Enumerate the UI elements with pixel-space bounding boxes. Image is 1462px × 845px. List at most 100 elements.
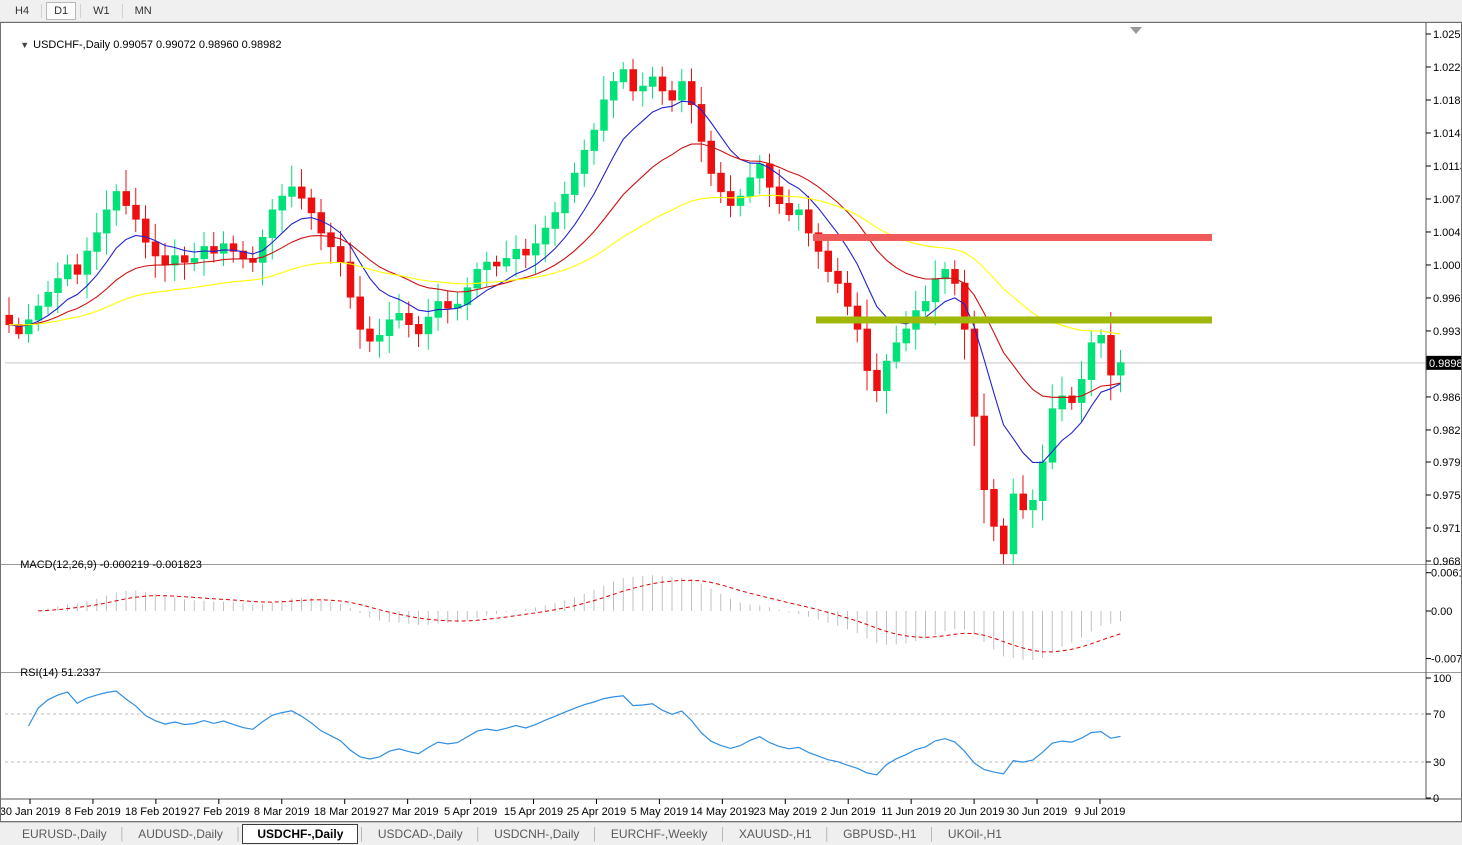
pane-divider bbox=[1, 673, 1461, 674]
tab-usdcnh-daily[interactable]: USDCNH-,Daily bbox=[482, 825, 591, 843]
date-axis-label: 30 Jun 2019 bbox=[1007, 806, 1068, 818]
toolbar-separator bbox=[80, 3, 82, 18]
candle-body bbox=[424, 316, 433, 335]
candle-body bbox=[1078, 379, 1086, 403]
candle-body bbox=[1009, 493, 1018, 555]
candle-body bbox=[649, 76, 657, 87]
candle-body bbox=[25, 319, 33, 335]
candle-body bbox=[1039, 461, 1047, 502]
price-axis-label: 0.97900 bbox=[1433, 457, 1462, 469]
price-axis-label: 1.00770 bbox=[1433, 194, 1462, 206]
rsi-value: 51.2337 bbox=[61, 667, 101, 679]
candle-body bbox=[171, 255, 179, 266]
tab-gbpusd-h1[interactable]: GBPUSD-,H1 bbox=[831, 825, 928, 843]
timeframe-button-w1[interactable]: W1 bbox=[85, 2, 118, 20]
candle-body bbox=[337, 246, 345, 263]
candle-body bbox=[415, 324, 423, 335]
candle-body bbox=[278, 195, 286, 211]
candle-body bbox=[220, 243, 228, 254]
candle-body bbox=[785, 203, 793, 216]
candle-body bbox=[746, 177, 754, 197]
candle-body bbox=[678, 81, 686, 101]
candle-body bbox=[931, 278, 940, 303]
date-axis-label: 9 Jul 2019 bbox=[1075, 806, 1126, 818]
price-chart-canvas[interactable]: 1.02570 1.02210 1.01850 1.01490 1.01130 1.007… bbox=[1, 23, 1462, 822]
price-axis-label: 0.98610 bbox=[1433, 392, 1462, 404]
rsi-axis-label: 70 bbox=[1433, 709, 1445, 721]
rsi-indicator-label: RSI(14) 51.2337 bbox=[20, 667, 101, 679]
chart-symbol-label: USDCHF-,Daily bbox=[33, 39, 111, 51]
candle-body bbox=[288, 186, 296, 197]
timeframe-button-mn[interactable]: MN bbox=[127, 2, 160, 20]
candle-body bbox=[493, 261, 501, 267]
toolbar-separator bbox=[121, 3, 123, 18]
macd-axis-label: 0.00 bbox=[1431, 606, 1452, 618]
macd-values: -0.000219 -0.001823 bbox=[99, 559, 202, 571]
price-axis-label: 0.99690 bbox=[1433, 293, 1462, 305]
candle-body bbox=[805, 209, 813, 234]
tab-separator: │ bbox=[719, 827, 727, 841]
rsi-axis-label: 0 bbox=[1433, 793, 1439, 805]
candle-body bbox=[356, 296, 364, 330]
price-axis-label: 0.96820 bbox=[1433, 556, 1462, 568]
candle-body bbox=[951, 269, 959, 284]
candle-body bbox=[327, 232, 335, 248]
candle-body bbox=[483, 261, 491, 271]
candle-body bbox=[639, 85, 647, 92]
candle-body bbox=[756, 163, 764, 179]
date-axis-label: 18 Feb 2019 bbox=[125, 806, 187, 818]
timeframe-button-d1[interactable]: D1 bbox=[46, 1, 77, 20]
date-axis-label: 27 Feb 2019 bbox=[188, 806, 250, 818]
candle-body bbox=[561, 193, 569, 214]
candle-body bbox=[151, 241, 160, 257]
candle-body bbox=[532, 243, 540, 256]
candle-body bbox=[376, 335, 384, 342]
candle-body bbox=[83, 250, 91, 275]
resistance-level-line[interactable] bbox=[813, 233, 1212, 241]
support-level-line[interactable] bbox=[816, 316, 1212, 324]
price-axis-label: 1.01850 bbox=[1433, 95, 1462, 107]
timeframe-button-h4[interactable]: H4 bbox=[7, 2, 37, 20]
candle-body bbox=[610, 81, 618, 101]
tab-usdcad-daily[interactable]: USDCAD-,Daily bbox=[366, 825, 475, 843]
tab-eurusd-daily[interactable]: EURUSD-,Daily bbox=[10, 825, 119, 843]
pane-divider[interactable] bbox=[1, 564, 1462, 565]
macd-axis-label: 0.00613 bbox=[1431, 568, 1462, 580]
date-axis-label: 15 Apr 2019 bbox=[504, 806, 563, 818]
date-axis-label: 14 May 2019 bbox=[691, 806, 755, 818]
candle-body bbox=[668, 90, 676, 101]
candle-body bbox=[1019, 493, 1027, 511]
chart-shift-marker-icon[interactable] bbox=[1130, 27, 1142, 34]
chart-dropdown-icon[interactable]: ▼ bbox=[20, 40, 29, 50]
price-axis-label: 0.98250 bbox=[1433, 425, 1462, 437]
date-axis-label: 2 Jun 2019 bbox=[821, 806, 875, 818]
candle-body bbox=[1107, 335, 1115, 376]
candle-body bbox=[727, 191, 735, 206]
candle-body bbox=[658, 76, 667, 92]
timeframe-toolbar: H4 D1 W1 MN bbox=[0, 0, 1462, 22]
tab-separator: │ bbox=[474, 827, 483, 841]
candle-body bbox=[629, 69, 637, 92]
toolbar-separator bbox=[41, 3, 43, 18]
candle-body bbox=[1058, 395, 1066, 410]
tab-usdchf-daily[interactable]: USDCHF-,Daily bbox=[242, 824, 359, 844]
candle-body bbox=[600, 99, 608, 131]
candle-body bbox=[580, 149, 589, 174]
candle-body bbox=[1087, 342, 1096, 381]
candle-body bbox=[512, 248, 520, 260]
date-axis-label: 30 Jan 2019 bbox=[1, 806, 60, 818]
pane-divider[interactable] bbox=[1, 672, 1462, 673]
candle-body bbox=[980, 415, 988, 491]
candle-body bbox=[902, 328, 910, 344]
candle-body bbox=[385, 319, 394, 337]
tab-audusd-daily[interactable]: AUDUSD-,Daily bbox=[126, 825, 235, 843]
candle-body bbox=[346, 261, 355, 298]
tab-xauusd-h1[interactable]: XAUUSD-,H1 bbox=[727, 825, 824, 843]
candle-body bbox=[844, 282, 852, 307]
chart-tabs-bar: EURUSD-,Daily │ AUDUSD-,Daily │ USDCHF-,Dail… bbox=[0, 822, 1462, 845]
tab-ukoil-h1[interactable]: UKOil-,H1 bbox=[936, 825, 1014, 843]
candle-body bbox=[795, 209, 803, 216]
candle-body bbox=[590, 129, 598, 151]
candle-body bbox=[112, 191, 121, 211]
tab-eurchf-weekly[interactable]: EURCHF-,Weekly bbox=[599, 825, 719, 843]
